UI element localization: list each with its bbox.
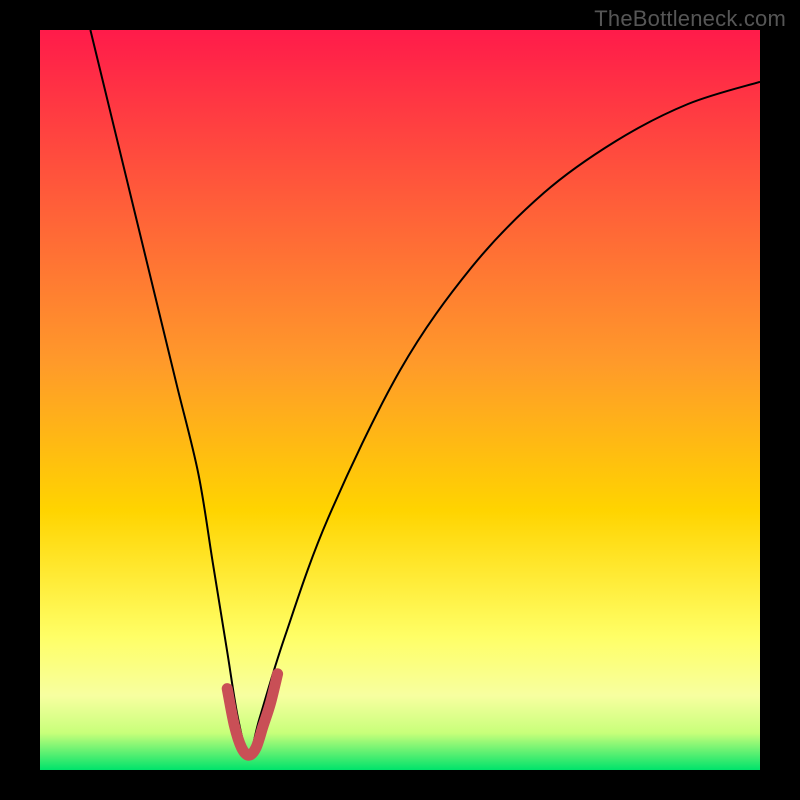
watermark-text: TheBottleneck.com (594, 6, 786, 32)
chart-frame: TheBottleneck.com (0, 0, 800, 800)
plot-area (40, 30, 760, 770)
gradient-background (40, 30, 760, 770)
chart-svg (40, 30, 760, 770)
